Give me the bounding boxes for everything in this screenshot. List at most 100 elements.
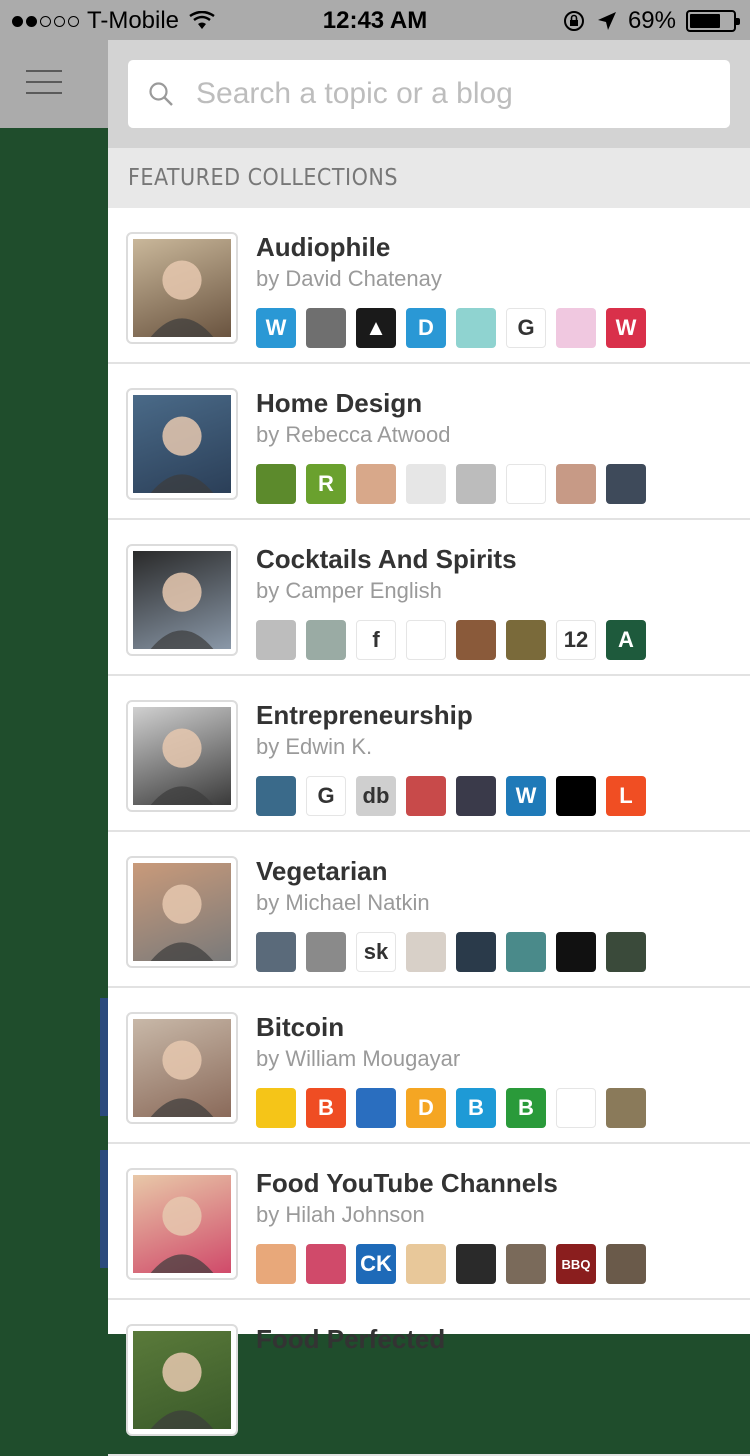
collection-title: Cocktails And Spirits	[256, 544, 517, 574]
blog-icons: CK BBQ	[256, 1244, 646, 1284]
blog-icon[interactable]	[456, 464, 496, 504]
blog-icon[interactable]	[506, 464, 546, 504]
blog-icon[interactable]	[456, 776, 496, 816]
blog-icon[interactable]: db	[356, 776, 396, 816]
blog-icon[interactable]: B	[506, 1088, 546, 1128]
blog-icon[interactable]: G	[506, 308, 546, 348]
collection-title: Audiophile	[256, 232, 391, 262]
blog-icon[interactable]	[256, 1244, 296, 1284]
collection-author: by David Chatenay	[256, 266, 442, 291]
collection-row[interactable]: Vegetarian by Michael Natkin sk	[108, 832, 750, 988]
blog-icon[interactable]: D	[406, 308, 446, 348]
search-panel: FEATURED COLLECTIONS Audiophile by David …	[108, 40, 750, 1456]
battery-percent: 69%	[627, 7, 676, 34]
collection-row[interactable]: Cocktails And Spirits by Camper English f 1…	[108, 520, 750, 676]
blog-icon[interactable]: W	[506, 776, 546, 816]
collection-author: by William Mougayar	[256, 1046, 461, 1071]
avatar-photo	[133, 1175, 231, 1273]
blog-icon[interactable]	[256, 932, 296, 972]
search-bar	[108, 40, 750, 148]
blog-icon[interactable]	[606, 932, 646, 972]
blog-icon[interactable]: G	[306, 776, 346, 816]
collection-row[interactable]: Home Design by Rebecca Atwood R	[108, 364, 750, 520]
avatar-photo	[133, 707, 231, 805]
collection-avatar	[126, 1012, 238, 1124]
blog-icon[interactable]: W	[256, 308, 296, 348]
blog-icon[interactable]: CK	[356, 1244, 396, 1284]
avatar-photo	[133, 551, 231, 649]
collection-author: by Edwin K.	[256, 734, 373, 759]
collection-avatar	[126, 700, 238, 812]
avatar-photo	[133, 239, 231, 337]
menu-icon[interactable]	[26, 70, 62, 94]
collection-row[interactable]: Bitcoin by William Mougayar B D B B	[108, 988, 750, 1144]
blog-icon[interactable]: D	[406, 1088, 446, 1128]
blog-icon[interactable]: f	[356, 620, 396, 660]
collection-title: Bitcoin	[256, 1012, 345, 1042]
blog-icon[interactable]: W	[606, 308, 646, 348]
collection-row[interactable]: Food YouTube Channels by Hilah Johnson CK B…	[108, 1144, 750, 1300]
collection-avatar	[126, 856, 238, 968]
background-accent	[100, 1150, 108, 1268]
blog-icon[interactable]	[506, 932, 546, 972]
blog-icon[interactable]	[256, 776, 296, 816]
blog-icon[interactable]	[406, 620, 446, 660]
blog-icon[interactable]	[356, 464, 396, 504]
blog-icon[interactable]: BBQ	[556, 1244, 596, 1284]
blog-icon[interactable]: L	[606, 776, 646, 816]
status-bar: T-Mobile 12:43 AM 69%	[0, 0, 750, 40]
blog-icon[interactable]	[306, 620, 346, 660]
blog-icon[interactable]	[556, 464, 596, 504]
search-input[interactable]	[196, 77, 696, 111]
blog-icon[interactable]	[306, 932, 346, 972]
blog-icon[interactable]	[456, 932, 496, 972]
search-icon	[149, 82, 173, 106]
background-content	[0, 128, 108, 1334]
blog-icon[interactable]	[256, 620, 296, 660]
blog-icon[interactable]: R	[306, 464, 346, 504]
collection-row[interactable]: Food Perfected	[108, 1300, 750, 1456]
blog-icon[interactable]: B	[306, 1088, 346, 1128]
blog-icon[interactable]	[406, 776, 446, 816]
collection-avatar	[126, 544, 238, 656]
collection-title: Food Perfected	[256, 1324, 446, 1354]
blog-icon[interactable]	[556, 776, 596, 816]
blog-icon[interactable]	[556, 308, 596, 348]
collection-avatar	[126, 388, 238, 500]
blog-icon[interactable]: B	[456, 1088, 496, 1128]
blog-icon[interactable]	[556, 932, 596, 972]
blog-icon[interactable]	[506, 620, 546, 660]
blog-icon[interactable]	[606, 1088, 646, 1128]
blog-icon[interactable]	[256, 464, 296, 504]
blog-icon[interactable]	[306, 308, 346, 348]
blog-icons: Gdb W L	[256, 776, 646, 816]
battery-icon	[686, 10, 740, 32]
avatar-photo	[133, 1331, 231, 1429]
blog-icon[interactable]	[256, 1088, 296, 1128]
blog-icon[interactable]	[456, 620, 496, 660]
avatar-photo	[133, 1019, 231, 1117]
blog-icon[interactable]	[356, 1088, 396, 1128]
blog-icons: BDBB	[256, 1088, 646, 1128]
collection-row[interactable]: Audiophile by David Chatenay W ▲ D G W	[108, 208, 750, 364]
collection-title: Food YouTube Channels	[256, 1168, 558, 1198]
blog-icon[interactable]: 12	[556, 620, 596, 660]
blog-icons: W ▲ D G W	[256, 308, 646, 348]
blog-icon[interactable]	[556, 1088, 596, 1128]
blog-icon[interactable]	[456, 1244, 496, 1284]
blog-icon[interactable]	[506, 1244, 546, 1284]
blog-icon[interactable]: A	[606, 620, 646, 660]
search-box[interactable]	[128, 60, 730, 128]
blog-icon[interactable]	[606, 1244, 646, 1284]
blog-icon[interactable]	[406, 1244, 446, 1284]
blog-icon[interactable]: sk	[356, 932, 396, 972]
location-arrow-icon	[597, 12, 616, 30]
blog-icon[interactable]	[606, 464, 646, 504]
collection-author: by Rebecca Atwood	[256, 422, 451, 447]
blog-icon[interactable]	[456, 308, 496, 348]
blog-icon[interactable]	[406, 464, 446, 504]
blog-icon[interactable]	[406, 932, 446, 972]
blog-icon[interactable]	[306, 1244, 346, 1284]
collection-row[interactable]: Entrepreneurship by Edwin K. Gdb W L	[108, 676, 750, 832]
blog-icon[interactable]: ▲	[356, 308, 396, 348]
